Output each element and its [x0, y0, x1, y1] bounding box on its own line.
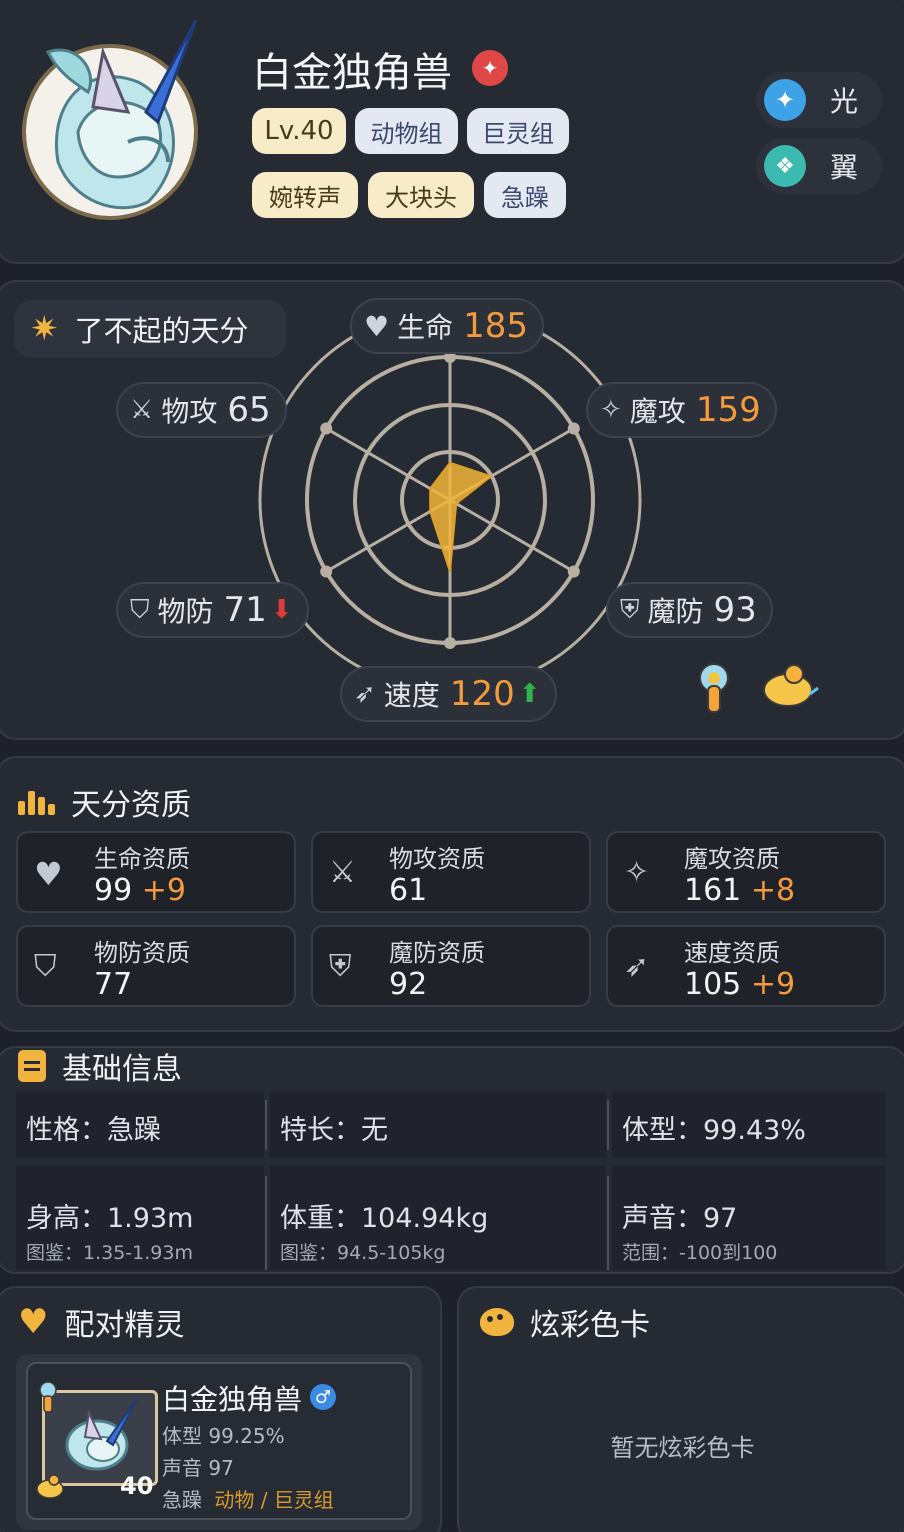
magic-wand-icon: ✧ — [600, 395, 622, 425]
boot-icon: ➶ — [624, 949, 650, 984]
talent-badge: ✷ 了不起的天分 — [14, 300, 286, 358]
pet-name: 白金独角兽 — [252, 50, 452, 96]
aptitude-def: ⛉ 物防资质 77 — [16, 925, 296, 1007]
info-voice: 声音：97 范围：-100到100 — [612, 1166, 886, 1270]
trait-tag-voice[interactable]: 婉转声 — [252, 172, 358, 218]
aptitude-matk: ✧ 魔攻资质 161 +8 — [606, 831, 886, 913]
light-element-icon: ✦ — [764, 79, 806, 121]
radar-vertex-mdef — [567, 565, 580, 578]
info-nature: 性格：急躁 — [16, 1092, 264, 1158]
trait-icon-size[interactable] — [758, 660, 820, 712]
trait-icon-size — [34, 1472, 66, 1500]
heart-icon: ♥ — [18, 1302, 49, 1342]
attribute-wing[interactable]: ❖ 翼 — [756, 138, 882, 194]
trait-icon-voice[interactable] — [690, 656, 738, 716]
shield-icon: ⛉ — [34, 949, 57, 984]
pair-pet-size: 体型 99.25% — [162, 1424, 285, 1448]
trait-icon-voice — [36, 1380, 60, 1414]
pet-avatar[interactable] — [18, 12, 208, 222]
radar-axis-mdef — [449, 498, 575, 573]
radar-vertex-matk — [567, 422, 580, 435]
info-specialty: 特长：无 — [270, 1092, 606, 1158]
star-icon: ✷ — [30, 309, 59, 349]
group-tag-giant[interactable]: 巨灵组 — [467, 108, 569, 154]
aptitude-atk: ⚔ 物攻资质 61 — [311, 831, 591, 913]
divider — [265, 1176, 267, 1270]
aptitude-title: 天分资质 — [18, 780, 191, 824]
radar-vertex-def — [320, 565, 333, 578]
sword-icon: ⚔ — [130, 395, 154, 425]
radar-vertex-atk — [320, 422, 333, 435]
shield-icon: ⛉ — [130, 594, 150, 625]
wing-element-icon: ❖ — [764, 145, 806, 187]
level-tag: Lv.40 — [252, 108, 346, 154]
document-icon — [18, 1050, 46, 1082]
stat-hp[interactable]: ♥ 生命 185 — [350, 298, 545, 354]
empty-color-card-text: 暂无炫彩色卡 — [610, 1434, 755, 1462]
attribute-light[interactable]: ✦ 光 — [756, 72, 882, 128]
arrow-up-icon: ⬆ — [518, 679, 541, 709]
stat-atk[interactable]: ⚔ 物攻 65 — [116, 382, 287, 438]
stat-matk[interactable]: ✧ 魔攻 159 — [586, 382, 777, 438]
info-size: 体型：99.43% — [612, 1092, 886, 1158]
stat-def[interactable]: ⛉ 物防 71 ⬇ — [116, 582, 309, 638]
stat-mdef[interactable]: ⛨ 魔防 93 — [606, 582, 773, 638]
divider — [607, 1100, 609, 1150]
bar-chart-icon — [18, 789, 55, 815]
arrow-down-icon: ⬇ — [270, 595, 293, 625]
stat-radar-chart — [258, 325, 642, 675]
aptitude-hp: ♥ 生命资质 99 +9 — [16, 831, 296, 913]
boot-icon: ➶ — [354, 679, 376, 709]
pair-pet-name: 白金独角兽 — [162, 1383, 303, 1416]
magic-shield-icon: ⛨ — [620, 594, 640, 625]
divider — [607, 1176, 609, 1270]
sword-icon: ⚔ — [329, 855, 356, 890]
battle-icon[interactable]: ✦ — [472, 50, 508, 86]
pair-pet-card[interactable]: 40 白金独角兽 ♂ 体型 99.25% 声音 97 急躁 动物 / 巨灵组 — [16, 1354, 422, 1530]
magic-shield-icon: ⛨ — [329, 949, 352, 984]
info-height: 身高：1.93m 图鉴：1.35-1.93m — [16, 1166, 264, 1270]
aptitude-spd: ➶ 速度资质 105 +9 — [606, 925, 886, 1007]
pair-title: ♥ 配对精灵 — [18, 1302, 185, 1343]
pair-pet-nature: 急躁 动物 / 巨灵组 — [162, 1488, 334, 1512]
divider — [265, 1100, 267, 1150]
pair-pet-voice: 声音 97 — [162, 1456, 234, 1480]
heart-icon: ♥ — [364, 309, 390, 343]
info-weight: 体重：104.94kg 图鉴：94.5-105kg — [270, 1166, 606, 1270]
nature-tag[interactable]: 急躁 — [484, 172, 566, 218]
aptitude-mdef: ⛨ 魔防资质 92 — [311, 925, 591, 1007]
heart-icon: ♥ — [34, 855, 63, 893]
stat-spd[interactable]: ➶ 速度 120 ⬆ — [340, 666, 557, 722]
male-icon: ♂ — [310, 1384, 336, 1410]
color-card-title: 炫彩色卡 — [480, 1300, 650, 1344]
basic-info-title: 基础信息 — [18, 1044, 182, 1088]
magic-wand-icon: ✧ — [624, 855, 650, 890]
palette-icon — [480, 1308, 514, 1336]
pair-pet-level: 40 — [120, 1472, 154, 1500]
trait-tag-size[interactable]: 大块头 — [368, 172, 474, 218]
radar-vertex-spd — [444, 637, 456, 649]
group-tag-animal[interactable]: 动物组 — [355, 108, 458, 154]
